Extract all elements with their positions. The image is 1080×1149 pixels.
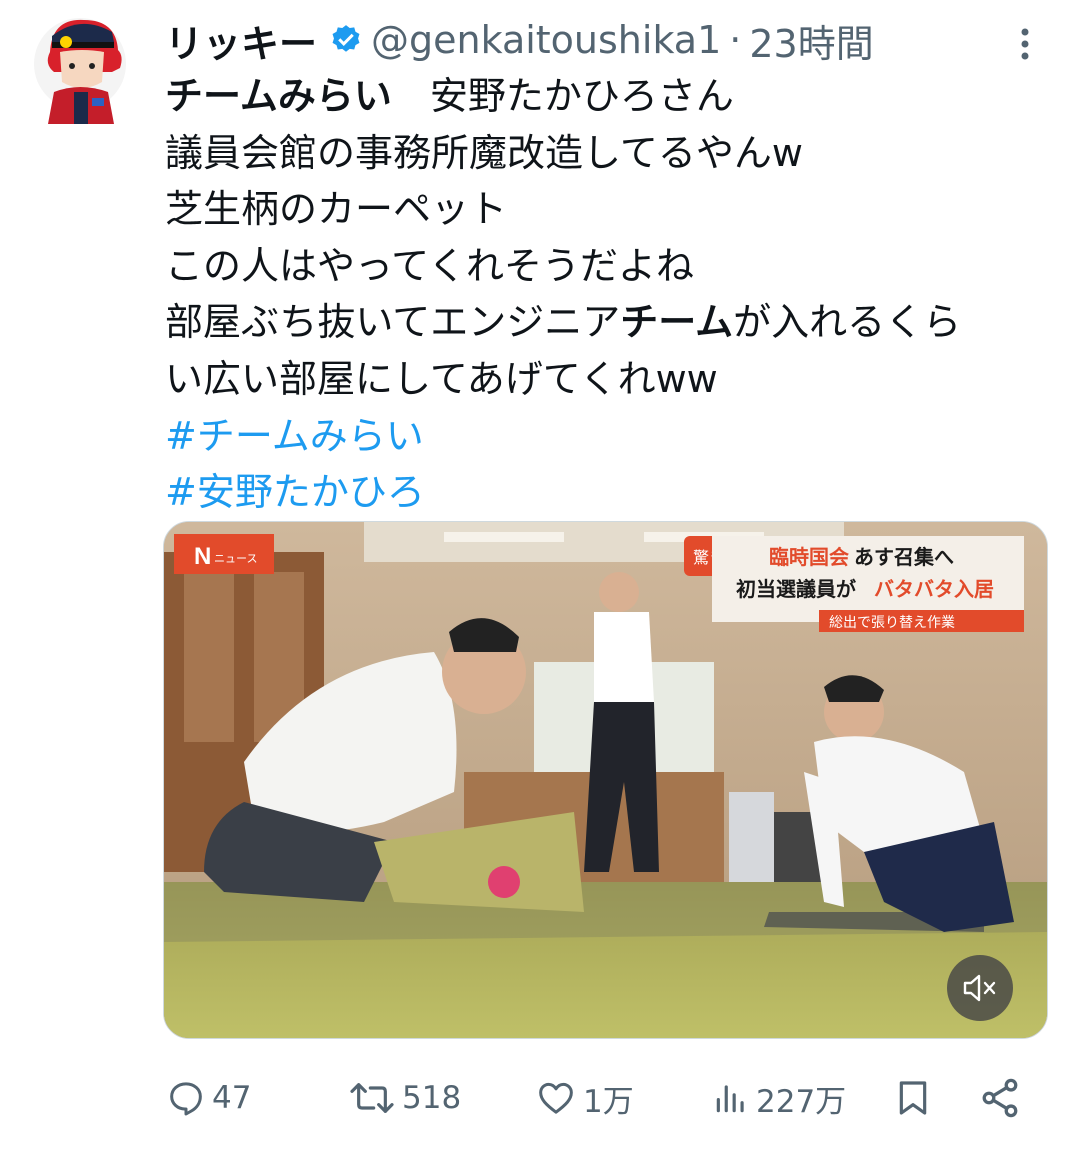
more-options-icon[interactable] [1012, 24, 1038, 64]
video-player[interactable]: N ニュース 驚き 臨時国会 あす召集へ 初当選議員が バタバタ入居 総出で張り… [163, 521, 1048, 1039]
caption-line1-b: あす召集へ [854, 545, 954, 569]
views-count: 227万 [756, 1083, 847, 1120]
tweet-text-segment: チームみらい [165, 74, 392, 118]
retweet-button[interactable]: 518 [348, 1070, 461, 1126]
tweet-text-segment: が入れるくら [733, 300, 962, 345]
tweet-text-segment: い広い部屋にしてあげてくれww [165, 356, 718, 401]
news-logo: N [194, 543, 211, 570]
views-chart-icon [716, 1085, 744, 1113]
reply-count: 47 [212, 1080, 252, 1116]
tweet-text-segment: この人はやってくれそうだよね [165, 243, 694, 288]
author-name[interactable]: リッキー [165, 13, 317, 68]
like-count: 1万 [583, 1083, 634, 1120]
video-frame: N ニュース 驚き 臨時国会 あす召集へ 初当選議員が バタバタ入居 総出で張り… [164, 522, 1047, 1038]
hashtag-link[interactable]: #チームみらい [165, 414, 424, 458]
caption-line1-a: 臨時国会 [769, 545, 849, 569]
avatar[interactable] [32, 12, 130, 124]
reply-button[interactable]: 47 [166, 1070, 251, 1126]
tweet-text-line: 部屋ぶち抜いてエンジニアチームが入れるくら [165, 294, 1055, 351]
tweet-text-segment: 芝生柄のカーペット [165, 187, 508, 232]
news-logo-sub: ニュース [214, 552, 257, 565]
tweet-text-segment: 安野たかひろさん [391, 74, 734, 118]
tweet-text-line: チームみらい 安野たかひろさん [165, 68, 1055, 125]
tweet-text-segment: 部屋ぶち抜いてエンジニア [165, 300, 621, 345]
share-button[interactable] [978, 1070, 1028, 1126]
timestamp[interactable]: 23時間 [749, 13, 873, 68]
views-button[interactable]: 227万 [712, 1070, 846, 1126]
tweet-text-line: い広い部屋にしてあげてくれww [165, 351, 1055, 408]
heart-icon [539, 1082, 573, 1114]
reply-icon [170, 1082, 202, 1116]
author-handle[interactable]: @genkaitoushika1 [371, 18, 721, 62]
share-icon [982, 1078, 1018, 1118]
verified-badge-icon [332, 25, 360, 52]
hashtag-link[interactable]: #安野たかひろ [165, 470, 425, 514]
retweet-count: 518 [402, 1080, 462, 1116]
bookmark-icon [899, 1081, 927, 1115]
bookmark-button[interactable] [893, 1070, 939, 1126]
tweet-text-segment: チーム [620, 300, 734, 345]
action-bar: 47 518 1万 227万 [0, 1070, 1080, 1126]
tweet-text-line: 芝生柄のカーペット [165, 181, 1055, 238]
separator: · [729, 18, 742, 62]
tweet-text-segment: 議員会館の事務所魔改造してるやんw [165, 130, 803, 175]
tweet-text-line: この人はやってくれそうだよね [165, 238, 1055, 295]
caption-line2-a: 初当選議員が [736, 577, 856, 601]
retweet-icon [350, 1083, 394, 1113]
caption-line3: 総出で張り替え作業 [829, 615, 955, 631]
caption-line2-b: バタバタ入居 [874, 577, 994, 601]
tweet-header: リッキー @genkaitoushika1 · 23時間 [165, 14, 874, 66]
speaker-muted-icon [963, 974, 996, 1002]
like-button[interactable]: 1万 [535, 1070, 634, 1126]
tweet-text: チームみらい 安野たかひろさん議員会館の事務所魔改造してるやんw 芝生柄のカーペッ… [165, 68, 1055, 521]
tweet-text-line: 議員会館の事務所魔改造してるやんw [165, 125, 1055, 182]
mute-button[interactable] [947, 955, 1013, 1021]
